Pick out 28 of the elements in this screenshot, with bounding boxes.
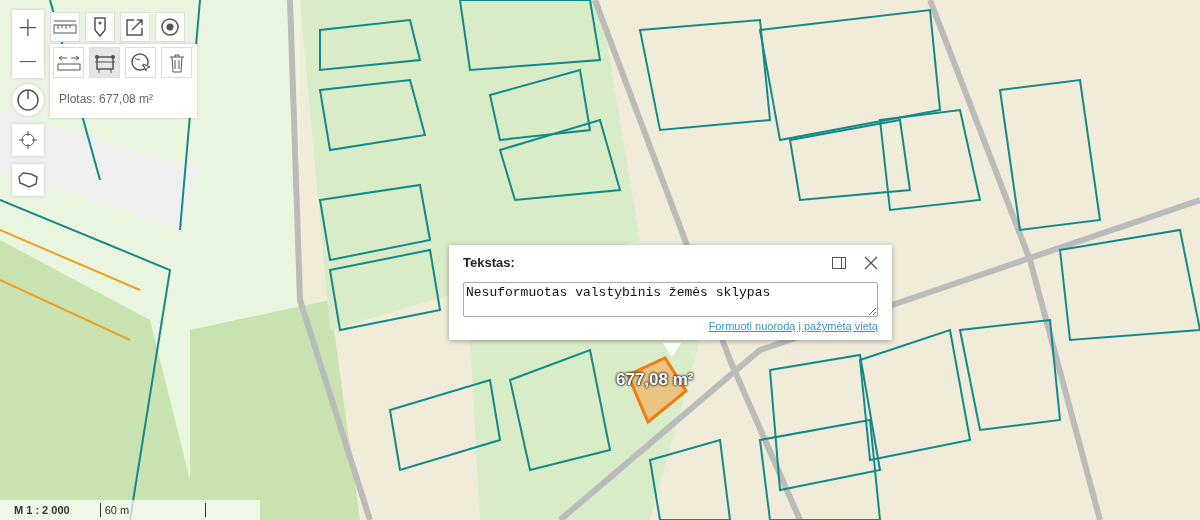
target-icon — [161, 18, 179, 36]
share-icon — [125, 17, 145, 37]
pin-tool-button[interactable] — [85, 12, 115, 42]
globe-tool-button[interactable] — [125, 47, 156, 78]
outline-icon — [17, 171, 39, 189]
scale-ratio: M 1 : 2 000 — [14, 504, 70, 516]
distance-icon — [56, 53, 81, 72]
target-tool-button[interactable] — [155, 12, 185, 42]
area-result-text: Plotas: 677,08 m² — [58, 91, 155, 108]
trash-icon — [168, 52, 185, 73]
power-icon — [16, 88, 40, 112]
locate-button[interactable] — [12, 124, 44, 156]
globe-icon — [129, 51, 152, 74]
popup-pointer — [663, 343, 681, 357]
share-tool-button[interactable] — [120, 12, 150, 42]
crosshair-icon — [19, 131, 37, 149]
popup-title: Tekstas: — [463, 255, 516, 270]
country-outline-button[interactable] — [12, 164, 44, 196]
zoom-out-button[interactable]: − — [12, 44, 44, 78]
trash-tool-button[interactable] — [161, 47, 192, 78]
scale-bar: 60 m — [99, 503, 206, 517]
area-tool-button[interactable] — [89, 47, 120, 78]
dock-panel-icon[interactable] — [832, 256, 846, 269]
text-input-field[interactable]: Nesuformuotas valstybinis žemės sklypas — [463, 282, 878, 317]
pin-icon — [93, 16, 107, 38]
ruler-icon — [53, 19, 77, 35]
zoom-in-button[interactable]: + — [12, 10, 44, 44]
close-icon[interactable] — [864, 255, 878, 270]
